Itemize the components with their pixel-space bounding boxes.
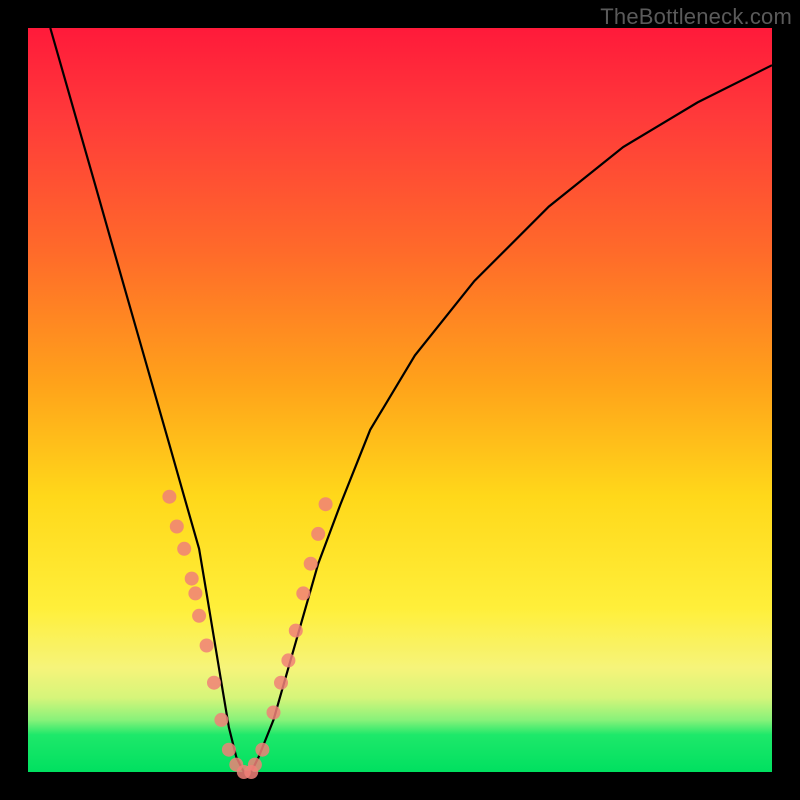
chart-frame: TheBottleneck.com xyxy=(0,0,800,800)
curve-marker xyxy=(177,542,191,556)
curve-marker xyxy=(255,743,269,757)
marker-group xyxy=(162,490,332,779)
curve-marker xyxy=(214,713,228,727)
curve-marker xyxy=(319,497,333,511)
curve-marker xyxy=(274,676,288,690)
curve-marker xyxy=(188,586,202,600)
curve-marker xyxy=(289,624,303,638)
curve-marker xyxy=(207,676,221,690)
curve-marker xyxy=(248,758,262,772)
curve-marker xyxy=(311,527,325,541)
curve-marker xyxy=(162,490,176,504)
watermark-text: TheBottleneck.com xyxy=(600,4,792,30)
bottleneck-curve xyxy=(50,28,772,772)
curve-marker xyxy=(200,639,214,653)
curve-marker xyxy=(222,743,236,757)
curve-marker xyxy=(170,520,184,534)
curve-marker xyxy=(296,586,310,600)
curve-marker xyxy=(267,706,281,720)
curve-marker xyxy=(281,653,295,667)
curve-marker xyxy=(192,609,206,623)
bottleneck-curve-svg xyxy=(28,28,772,772)
plot-area xyxy=(28,28,772,772)
curve-marker xyxy=(185,572,199,586)
curve-marker xyxy=(304,557,318,571)
